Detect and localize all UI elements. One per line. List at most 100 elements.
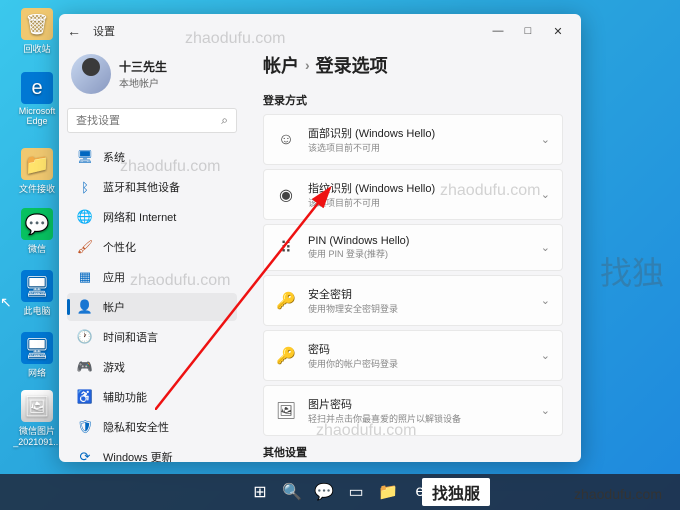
search-icon: ⌕ [221,113,228,128]
option-title: 安全密钥 [308,286,529,302]
system-icon: 🖥 [77,149,93,165]
option-password[interactable]: 🔑 密码使用你的帐户密码登录 ⌄ [263,330,563,381]
update-icon: ⟳ [77,449,93,462]
sidebar-item-gaming[interactable]: 🎮 游戏 [67,353,237,381]
option-face[interactable]: ☺ 面部识别 (Windows Hello)该选项目前不可用 ⌄ [263,114,563,165]
label: 帐户 [103,299,125,315]
game-icon: 🎮 [77,359,93,375]
label: 文件接收 [19,182,55,195]
label: 系统 [103,149,125,165]
clock-icon: 🕐 [77,329,93,345]
person-icon: 👤 [77,299,93,315]
profile[interactable]: 十三先生 本地帐户 [67,48,237,106]
profile-sub: 本地帐户 [119,75,167,90]
label: 辅助功能 [103,389,147,405]
maximize-button[interactable]: □ [513,25,543,37]
label: 此电脑 [23,304,50,317]
footer-badge: 找独服 [422,478,490,506]
section-other: 其他设置 [263,444,563,460]
option-pin[interactable]: ⠿ PIN (Windows Hello)使用 PIN 登录(推荐) ⌄ [263,224,563,271]
edge-icon: e [21,72,53,104]
option-securitykey[interactable]: 🔑 安全密钥使用物理安全密钥登录 ⌄ [263,275,563,326]
settings-window: ← 设置 — □ ✕ 十三先生 本地帐户 ⌕ 🖥 系统 ᛒ 蓝牙和其他设备 🌐 网络和… [59,14,581,462]
close-button[interactable]: ✕ [543,25,573,38]
folder-icon: 📁 [21,148,53,180]
password-icon: 🔑 [276,346,296,366]
label: 回收站 [23,42,50,55]
chevron-down-icon: ⌄ [541,188,550,201]
globe-icon: 🌐 [77,209,93,225]
desktop-icon-folder[interactable]: 📁 文件接收 [12,148,62,195]
sidebar-item-network[interactable]: 🌐 网络和 Internet [67,203,237,231]
chevron-down-icon: ⌄ [541,349,550,362]
label: Windows 更新 [103,449,173,462]
option-title: 指纹识别 (Windows Hello) [308,180,529,196]
search-input[interactable] [76,115,221,127]
label: 蓝牙和其他设备 [103,179,180,195]
label: Microsoft Edge [12,106,62,126]
breadcrumb-signin: 登录选项 [316,52,388,78]
sidebar-item-time[interactable]: 🕐 时间和语言 [67,323,237,351]
widgets-button[interactable]: ▭ [342,478,370,506]
titlebar: ← 设置 — □ ✕ [59,14,581,48]
option-title: 密码 [308,341,529,357]
key-icon: 🔑 [276,291,296,311]
desktop-icon-recycle[interactable]: 🗑回收站 [12,8,62,55]
section-signin-methods: 登录方式 [263,92,563,108]
accessibility-icon: ♿ [77,389,93,405]
chevron-down-icon: ⌄ [541,241,550,254]
option-sub: 轻扫并点击你最喜爱的照片以解锁设备 [308,412,529,425]
network-icon: 🖥 [21,332,53,364]
label: 游戏 [103,359,125,375]
taskview-button[interactable]: 💬 [310,478,338,506]
desktop-icon-image[interactable]: 🖼微信图片_2021091... [12,390,62,447]
option-fingerprint[interactable]: ◉ 指纹识别 (Windows Hello)该选项目前不可用 ⌄ [263,169,563,220]
start-button[interactable]: ⊞ [246,478,274,506]
option-sub: 使用你的帐户密码登录 [308,357,529,370]
sidebar-item-personalization[interactable]: 🖌个性化 [67,233,237,261]
back-button[interactable]: ← [67,23,81,39]
option-picture[interactable]: 🖼 图片密码轻扫并点击你最喜爱的照片以解锁设备 ⌄ [263,385,563,436]
sidebar-item-accounts[interactable]: 👤 帐户 [67,293,237,321]
desktop-icon-thispc[interactable]: 🖥 此电脑 [12,270,62,317]
image-icon: 🖼 [21,390,53,422]
search-button[interactable]: 🔍 [278,478,306,506]
chevron-down-icon: ⌄ [541,133,550,146]
label: 个性化 [103,239,136,255]
option-sub: 使用物理安全密钥登录 [308,302,529,315]
option-sub: 使用 PIN 登录(推荐) [308,247,529,260]
window-title: 设置 [93,23,483,39]
desktop-icon-wechat[interactable]: 💬微信 [12,208,62,255]
pc-icon: 🖥 [21,270,53,302]
shield-icon: 🛡 [77,419,93,435]
avatar [71,54,111,94]
breadcrumb: 帐户 › 登录选项 [263,52,563,78]
chevron-down-icon: ⌄ [541,294,550,307]
sidebar-item-bluetooth[interactable]: ᛒ 蓝牙和其他设备 [67,173,237,201]
desktop-icon-edge[interactable]: eMicrosoft Edge [12,72,62,126]
sidebar-item-apps[interactable]: ▦应用 [67,263,237,291]
option-title: PIN (Windows Hello) [308,235,529,247]
sidebar-item-accessibility[interactable]: ♿ 辅助功能 [67,383,237,411]
sidebar-item-update[interactable]: ⟳ Windows 更新 [67,443,237,462]
minimize-button[interactable]: — [483,25,513,37]
label: 时间和语言 [103,329,158,345]
profile-name: 十三先生 [119,58,167,75]
fingerprint-icon: ◉ [276,185,296,205]
wechat-icon: 💬 [21,208,53,240]
breadcrumb-accounts[interactable]: 帐户 [263,52,299,78]
desktop-icon-network[interactable]: 🖥网络 [12,332,62,379]
search-box[interactable]: ⌕ [67,108,237,133]
option-sub: 该选项目前不可用 [308,141,529,154]
sidebar: 十三先生 本地帐户 ⌕ 🖥 系统 ᛒ 蓝牙和其他设备 🌐 网络和 Internet 🖌… [59,48,245,462]
option-title: 面部识别 (Windows Hello) [308,125,529,141]
option-title: 图片密码 [308,396,529,412]
label: 隐私和安全性 [103,419,169,435]
sidebar-item-privacy[interactable]: 🛡 隐私和安全性 [67,413,237,441]
label: 网络和 Internet [103,209,176,225]
explorer-button[interactable]: 📁 [374,478,402,506]
chevron-down-icon: ⌄ [541,404,550,417]
sidebar-item-system[interactable]: 🖥 系统 [67,143,237,171]
watermark: 找独 [600,248,664,294]
bluetooth-icon: ᛒ [77,179,93,195]
